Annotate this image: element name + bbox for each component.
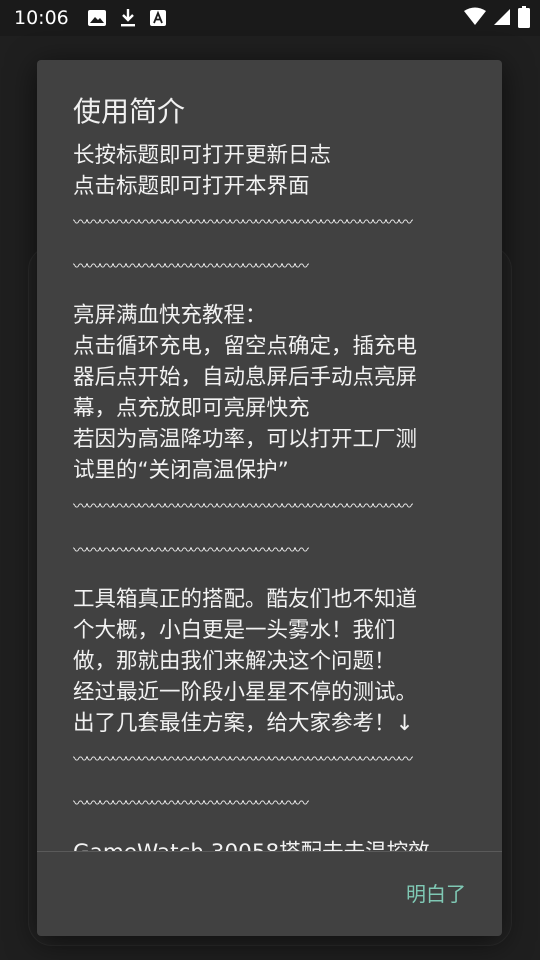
content-line: 试里的“关闭高温保护” (73, 458, 289, 483)
wavy-separator: 〰〰〰〰〰〰〰〰〰〰〰〰〰〰〰〰〰〰 (73, 541, 309, 559)
content-line: 若因为高温降功率，可以打开工厂测 (73, 427, 418, 452)
cellular-signal-icon (494, 9, 510, 25)
battery-icon (518, 6, 530, 28)
app-notification-icon (149, 10, 166, 26)
wavy-separator: 〰〰〰〰〰〰〰〰〰〰〰〰〰〰〰〰〰〰〰〰〰〰〰〰〰〰 (73, 497, 413, 515)
dialog-title: 使用简介 (73, 95, 186, 128)
usage-intro-dialog: 使用简介 长按标题即可打开更新日志 点击标题即可打开本界面 〰〰〰〰〰〰〰〰〰〰… (37, 60, 502, 936)
wavy-separator: 〰〰〰〰〰〰〰〰〰〰〰〰〰〰〰〰〰〰 (73, 794, 309, 812)
content-line: 点击循环充电，留空点确定，插充电 (73, 334, 418, 359)
content-line: GameWatch 30058搭配去去温控效 (73, 837, 465, 851)
wavy-separator: 〰〰〰〰〰〰〰〰〰〰〰〰〰〰〰〰〰〰〰〰〰〰〰〰〰〰 (73, 750, 413, 768)
content-line: 长按标题即可打开更新日志 (73, 143, 332, 168)
content-line: 出了几套最佳方案，给大家参考！↓ (73, 711, 414, 736)
content-line: 做，那就由我们来解决这个问题！ (73, 649, 396, 674)
download-icon (120, 9, 135, 27)
dialog-divider (37, 851, 502, 852)
dialog-content[interactable]: 长按标题即可打开更新日志 点击标题即可打开本界面 〰〰〰〰〰〰〰〰〰〰〰〰〰〰〰… (73, 140, 465, 851)
content-line: 器后点开始，自动息屏后手动点亮屏 (73, 365, 418, 390)
status-time: 10:06 (14, 7, 69, 29)
wavy-separator: 〰〰〰〰〰〰〰〰〰〰〰〰〰〰〰〰〰〰〰〰〰〰〰〰〰〰 (73, 213, 413, 231)
content-line: 点击标题即可打开本界面 (73, 174, 310, 199)
image-notification-icon (87, 10, 106, 26)
content-line: 经过最近一阶段小星星不停的测试。 (73, 680, 418, 705)
content-line: 亮屏满血快充教程： (73, 303, 267, 328)
content-line: 幕，点充放即可亮屏快充 (73, 396, 310, 421)
confirm-button[interactable]: 明白了 (406, 878, 466, 907)
content-line: 工具箱真正的搭配。酷友们也不知道 (73, 587, 418, 612)
content-line: 个大概，小白更是一头雾水！我们 (73, 618, 396, 643)
wavy-separator: 〰〰〰〰〰〰〰〰〰〰〰〰〰〰〰〰〰〰 (73, 257, 309, 275)
wifi-icon (464, 7, 486, 25)
status-bar: 10:06 (0, 0, 540, 36)
